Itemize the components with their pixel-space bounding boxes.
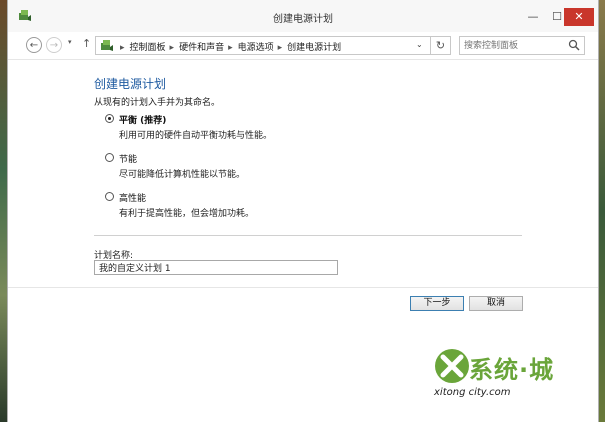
next-button[interactable]: 下一步 <box>410 296 464 311</box>
address-dropdown-icon[interactable]: ⌄ <box>416 40 423 49</box>
breadcrumb-control-panel[interactable]: 控制面板 <box>130 43 166 53</box>
section-divider <box>94 235 522 236</box>
breadcrumb-separator-icon: ▸ <box>120 43 125 53</box>
option-description: 尽可能降低计算机性能以节能。 <box>119 170 246 180</box>
option-label[interactable]: 高性能 <box>119 191 146 204</box>
breadcrumb-hardware-sound[interactable]: 硬件和声音 <box>179 43 224 53</box>
watermark: 系统·城 xitong city.com <box>432 344 594 404</box>
radio-high-performance[interactable] <box>105 192 114 201</box>
breadcrumb-separator-icon[interactable]: ▸ <box>170 43 175 53</box>
back-button[interactable]: ← <box>26 37 42 53</box>
breadcrumb-power-options[interactable]: 电源选项 <box>238 43 274 53</box>
radio-balanced[interactable] <box>105 114 114 123</box>
breadcrumb-separator-icon[interactable]: ▸ <box>228 43 233 53</box>
footer-divider <box>8 287 598 288</box>
window-title: 创建电源计划 <box>273 14 333 25</box>
control-panel-icon <box>101 40 113 51</box>
control-panel-window: 创建电源计划 — ☐ ✕ ← → ▾ ↑ ▸ 控制面板 ▸ 硬件和声音 ▸ 电源选项 ▸ 创建… <box>7 0 599 422</box>
watermark-logo-icon <box>435 349 469 383</box>
breadcrumb-separator-icon[interactable]: ▸ <box>278 43 283 53</box>
watermark-title: 系统·城 <box>469 356 555 384</box>
title-bar: 创建电源计划 — ☐ ✕ <box>8 0 598 32</box>
history-dropdown-icon[interactable]: ▾ <box>68 38 72 46</box>
intro-text: 从现有的计划入手并为其命名。 <box>94 98 221 108</box>
search-box[interactable] <box>459 36 585 55</box>
forward-button[interactable]: → <box>46 37 62 53</box>
breadcrumb-create-plan[interactable]: 创建电源计划 <box>287 43 341 53</box>
header-divider <box>8 59 598 60</box>
refresh-button[interactable]: ↻ <box>431 36 451 55</box>
navigation-bar: ← → ▾ ↑ ▸ 控制面板 ▸ 硬件和声音 ▸ 电源选项 ▸ 创建电源计划 ⌄ ↻ <box>8 33 598 59</box>
search-input[interactable] <box>464 39 560 52</box>
option-description: 利用可用的硬件自动平衡功耗与性能。 <box>119 131 273 141</box>
plan-name-field[interactable] <box>94 260 338 275</box>
option-description: 有利于提高性能，但会增加功耗。 <box>119 209 255 219</box>
option-label[interactable]: 平衡 (推荐) <box>119 113 166 126</box>
breadcrumb: ▸ 控制面板 ▸ 硬件和声音 ▸ 电源选项 ▸ 创建电源计划 <box>116 40 341 53</box>
radio-power-saver[interactable] <box>105 153 114 162</box>
address-bar[interactable]: ▸ 控制面板 ▸ 硬件和声音 ▸ 电源选项 ▸ 创建电源计划 ⌄ <box>95 36 431 55</box>
minimize-button[interactable]: — <box>520 8 546 26</box>
watermark-url: xitong city.com <box>434 387 511 398</box>
search-icon[interactable] <box>568 39 580 51</box>
cancel-button[interactable]: 取消 <box>469 296 523 311</box>
close-button[interactable]: ✕ <box>564 8 594 26</box>
up-arrow-icon[interactable]: ↑ <box>82 37 91 50</box>
option-label[interactable]: 节能 <box>119 152 137 165</box>
page-heading: 创建电源计划 <box>94 77 167 91</box>
